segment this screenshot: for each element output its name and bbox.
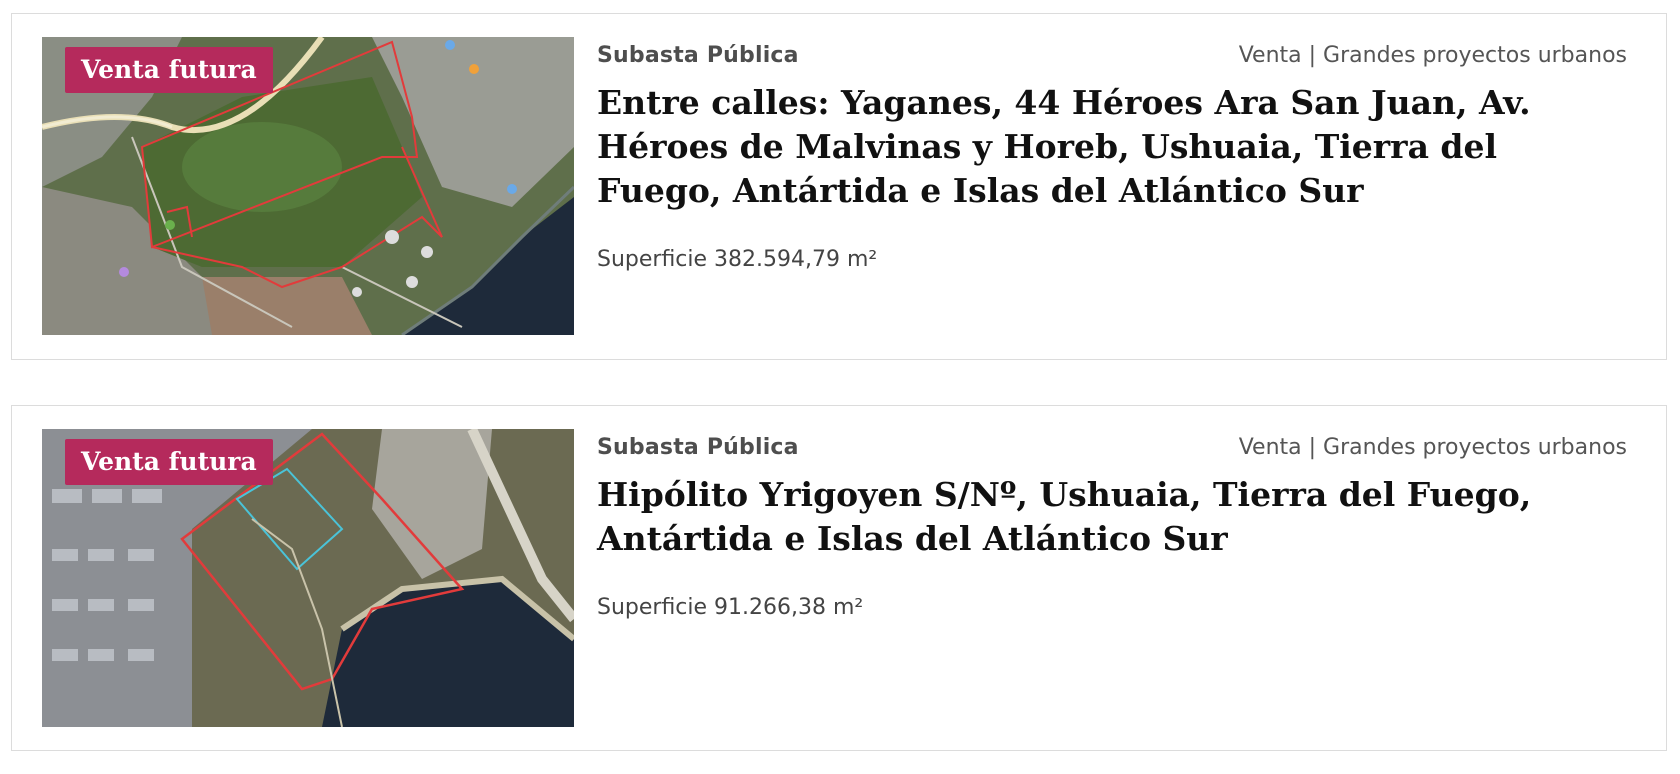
listing-surface: Superficie 91.266,38 m² bbox=[597, 595, 864, 620]
listing-surface: Superficie 382.594,79 m² bbox=[597, 247, 878, 272]
listing-title[interactable]: Entre calles: Yaganes, 44 Héroes Ara San… bbox=[597, 81, 1627, 213]
listing-category: Venta | Grandes proyectos urbanos bbox=[1238, 435, 1627, 460]
status-badge: Venta futura bbox=[65, 47, 273, 93]
listing-category: Venta | Grandes proyectos urbanos bbox=[1238, 43, 1627, 68]
listing-type: Subasta Pública bbox=[597, 435, 799, 460]
status-badge: Venta futura bbox=[65, 439, 273, 485]
listing-card[interactable]: Venta futura Subasta Pública Venta | Gra… bbox=[11, 405, 1667, 751]
listing-title[interactable]: Hipólito Yrigoyen S/Nº, Ushuaia, Tierra … bbox=[597, 473, 1627, 561]
listing-card[interactable]: Venta futura Subasta Pública Venta | Gra… bbox=[11, 13, 1667, 360]
listing-type: Subasta Pública bbox=[597, 43, 799, 68]
property-satellite-image[interactable]: Venta futura bbox=[42, 37, 574, 335]
property-satellite-image[interactable]: Venta futura bbox=[42, 429, 574, 727]
